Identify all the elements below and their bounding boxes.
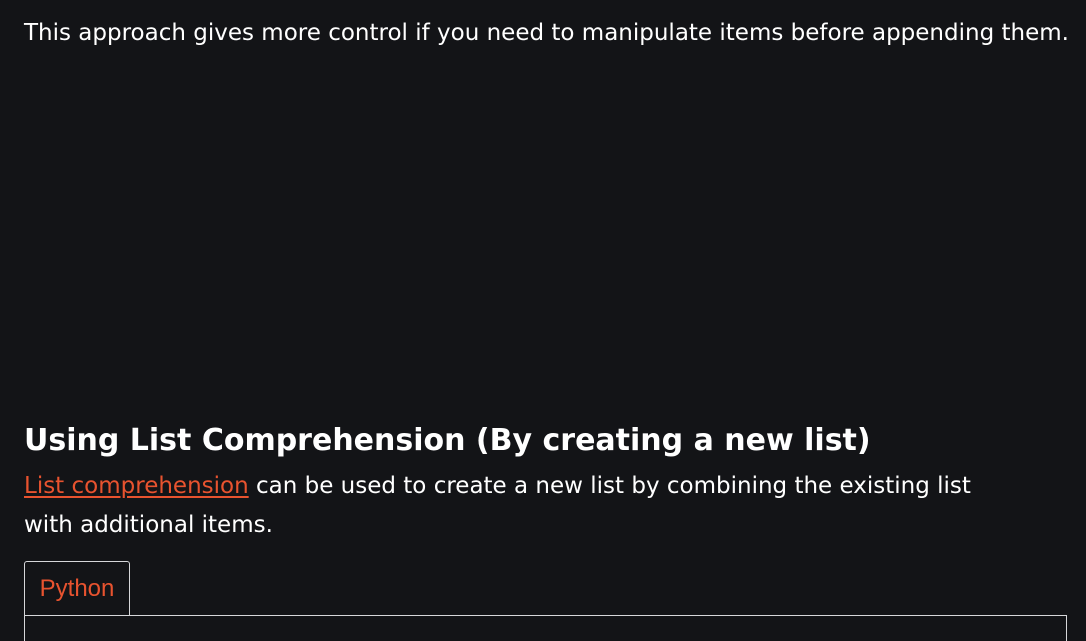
code-panel <box>24 615 1067 641</box>
advertisement-space <box>0 60 1086 410</box>
intro-text: This approach gives more control if you … <box>24 20 1069 46</box>
code-tabs: Python <box>24 561 130 616</box>
section-paragraph: List comprehension can be used to create… <box>24 467 1024 545</box>
tab-python[interactable]: Python <box>24 561 130 616</box>
section-heading: Using List Comprehension (By creating a … <box>24 423 871 458</box>
list-comprehension-link[interactable]: List comprehension <box>24 473 249 499</box>
